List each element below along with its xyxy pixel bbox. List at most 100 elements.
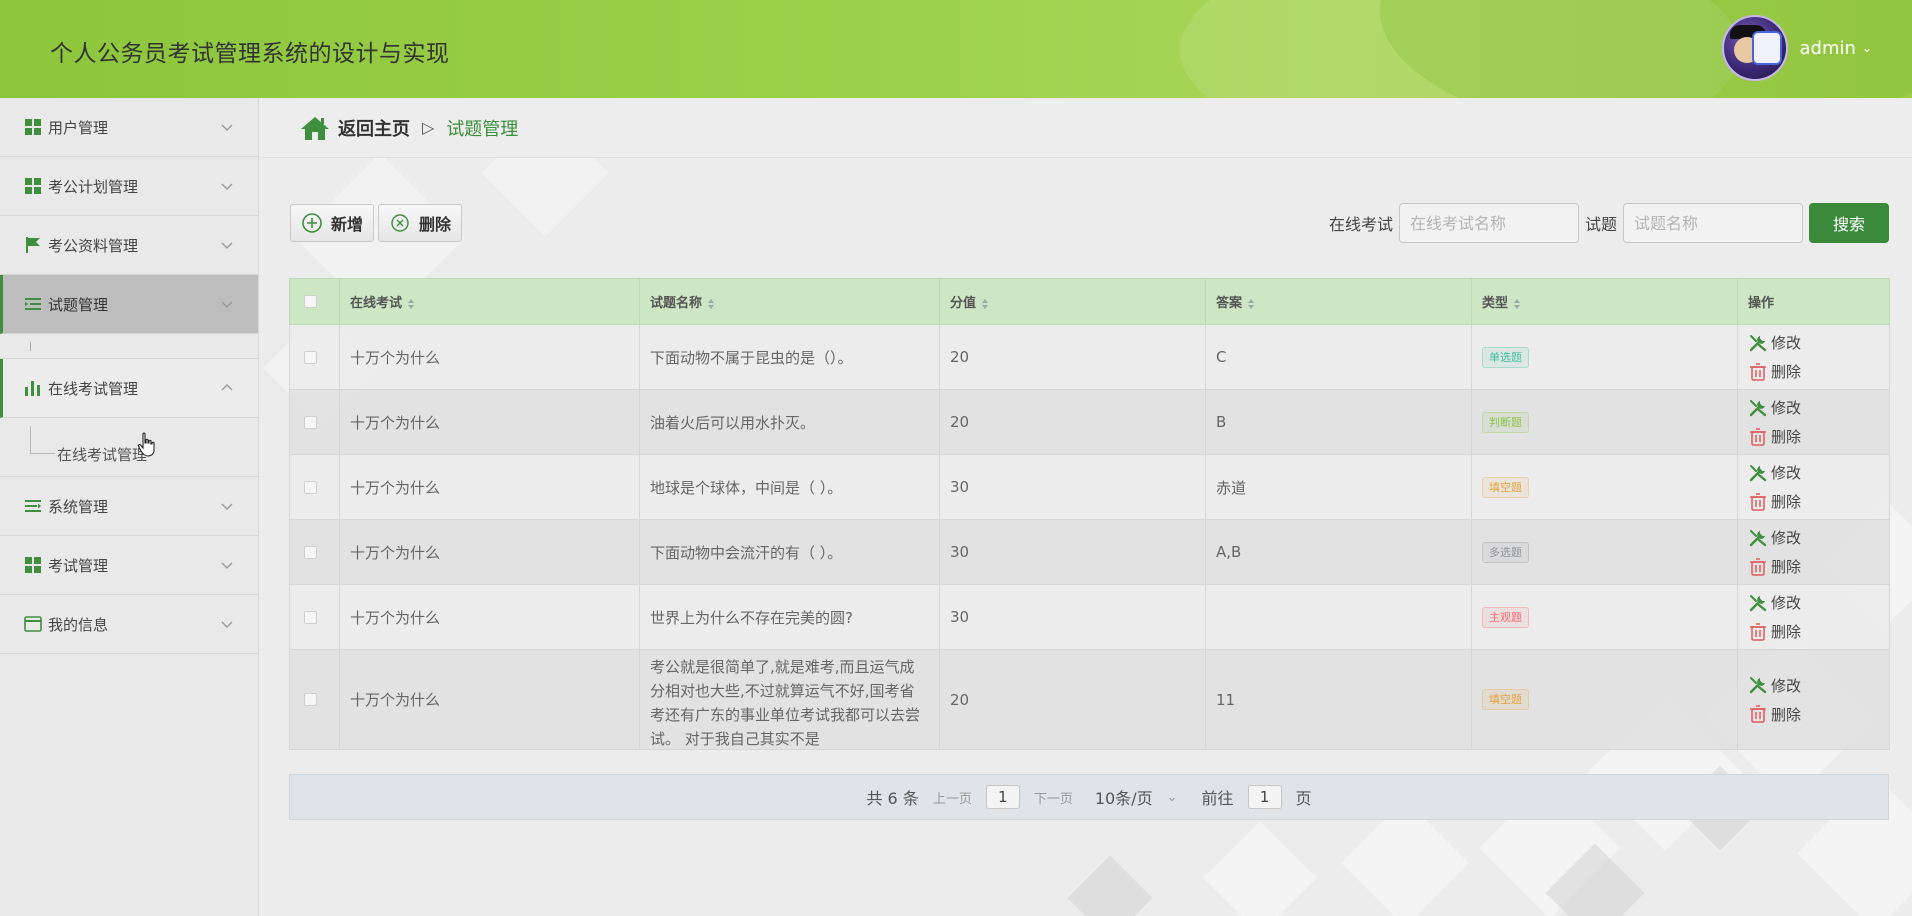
column-header-score[interactable]: 分值: [939, 278, 1206, 325]
row-select-cell: [289, 389, 340, 455]
row-delete-button[interactable]: 删除: [1748, 426, 1889, 447]
sort-icon[interactable]: [981, 298, 989, 310]
chevron-down-icon: [221, 621, 233, 628]
column-header-answer[interactable]: 答案: [1205, 278, 1472, 325]
page-size-label: 10条/页: [1094, 789, 1153, 808]
row-delete-button[interactable]: 删除: [1748, 556, 1889, 577]
card-icon: [24, 615, 42, 633]
wrench-icon: [1749, 334, 1767, 351]
actions-cell: 修改 删除: [1737, 649, 1890, 750]
row-checkbox[interactable]: [304, 545, 317, 559]
close-circle-icon: [391, 214, 409, 232]
avatar[interactable]: [1721, 15, 1788, 81]
breadcrumb-home-link[interactable]: 返回主页: [338, 115, 410, 141]
score-cell: 20: [939, 649, 1206, 750]
current-page[interactable]: 1: [985, 785, 1020, 809]
app-title: 个人公务员考试管理系统的设计与实现: [50, 41, 450, 67]
type-tag: 填空题: [1482, 476, 1529, 498]
sidebar-item-system-management[interactable]: 系统管理: [0, 477, 258, 536]
trash-icon: [1750, 557, 1766, 576]
row-delete-button[interactable]: 删除: [1748, 491, 1889, 512]
edit-button[interactable]: 修改: [1748, 332, 1889, 353]
question-name-cell: 地球是个球体，中间是（ ）。: [639, 454, 940, 520]
type-cell: 多选题: [1471, 519, 1738, 585]
type-tag: 填空题: [1482, 689, 1529, 710]
edit-button[interactable]: 修改: [1748, 397, 1889, 418]
chevron-down-icon: ⌄: [1166, 789, 1178, 805]
row-delete-button[interactable]: 删除: [1748, 361, 1889, 382]
answer-cell: [1205, 584, 1472, 650]
chevron-down-icon[interactable]: ⌄: [1862, 41, 1872, 55]
row-checkbox[interactable]: [304, 350, 317, 364]
edit-button[interactable]: 修改: [1748, 527, 1889, 548]
select-all-cell: [289, 278, 340, 325]
edit-button[interactable]: 修改: [1748, 462, 1889, 483]
goto-page-input[interactable]: 1: [1247, 785, 1282, 809]
page-size-select[interactable]: 10条/页 ⌄: [1095, 785, 1178, 809]
grid-icon: [24, 118, 42, 136]
add-button[interactable]: 新增: [290, 204, 375, 242]
row-delete-button[interactable]: 删除: [1748, 704, 1889, 725]
score-cell: 20: [939, 389, 1206, 455]
table-row: 十万个为什么 下面动物中会流汗的有（ ）。 30 A,B 多选题 修改 删除: [289, 519, 1890, 585]
score-cell: 30: [939, 454, 1206, 520]
column-header-type[interactable]: 类型: [1471, 278, 1738, 325]
row-checkbox[interactable]: [304, 415, 317, 429]
wrench-icon: [1749, 594, 1767, 611]
prev-page-button[interactable]: 上一页: [933, 788, 972, 807]
row-checkbox[interactable]: [304, 610, 317, 624]
row-delete-button[interactable]: 删除: [1748, 621, 1889, 642]
sidebar-item-exam-materials[interactable]: 考公资料管理: [0, 216, 258, 275]
exam-cell: 十万个为什么: [339, 389, 640, 455]
submenu-item-label[interactable]: 在线考试管理: [57, 444, 147, 465]
column-header-question-name[interactable]: 试题名称: [639, 278, 940, 325]
sidebar-item-label: 系统管理: [48, 497, 109, 516]
sort-icon[interactable]: [1247, 298, 1255, 310]
question-name-text: 下面动物不属于昆虫的是（）。: [650, 348, 853, 367]
sort-icon[interactable]: [1513, 298, 1521, 310]
search-button[interactable]: 搜索: [1809, 203, 1889, 243]
submenu-spacer: [0, 334, 258, 359]
home-icon[interactable]: [300, 115, 330, 141]
sidebar-item-question-management[interactable]: 试题管理: [0, 275, 258, 334]
edit-button[interactable]: 修改: [1748, 592, 1889, 613]
row-checkbox[interactable]: [304, 693, 317, 706]
chevron-down-icon: [221, 242, 233, 249]
type-cell: 主观题: [1471, 584, 1738, 650]
type-tag: 单选题: [1482, 346, 1529, 368]
score-cell: 20: [939, 324, 1206, 390]
column-header-exam[interactable]: 在线考试: [339, 278, 640, 325]
submenu-item-online-exam[interactable]: 在线考试管理: [0, 418, 258, 477]
next-page-button[interactable]: 下一页: [1034, 788, 1073, 807]
row-select-cell: [289, 649, 340, 750]
exam-cell: 十万个为什么: [339, 454, 640, 520]
edit-button[interactable]: 修改: [1748, 675, 1889, 696]
question-name-text: 世界上为什么不存在完美的圆?: [650, 608, 853, 627]
user-menu[interactable]: admin ⌄: [1721, 14, 1872, 82]
goto-suffix: 页: [1295, 789, 1312, 808]
question-table: 在线考试 试题名称 分值 答案 类型 操作 十万个为什么 下面动物不属于昆虫的是（…: [289, 278, 1890, 750]
sort-icon[interactable]: [407, 298, 415, 310]
row-checkbox[interactable]: [304, 480, 317, 494]
sidebar-item-exam-plan[interactable]: 考公计划管理: [0, 157, 258, 216]
sidebar-item-online-exam[interactable]: 在线考试管理: [0, 359, 258, 418]
type-cell: 填空题: [1471, 649, 1738, 750]
exam-search-input[interactable]: [1398, 203, 1579, 243]
score-cell: 30: [939, 584, 1206, 650]
question-search-input[interactable]: [1623, 203, 1803, 243]
sidebar-item-exam-management[interactable]: 考试管理: [0, 536, 258, 595]
chevron-down-icon: [221, 124, 233, 131]
sidebar-item-my-info[interactable]: 我的信息: [0, 595, 258, 654]
wrench-icon: [1749, 529, 1767, 546]
sidebar-item-label: 用户管理: [48, 118, 109, 137]
select-all-checkbox[interactable]: [304, 295, 317, 308]
sidebar-item-user-management[interactable]: 用户管理: [0, 98, 258, 157]
user-name[interactable]: admin: [1800, 38, 1856, 59]
actions-cell: 修改 删除: [1737, 389, 1890, 455]
pagination-total: 共 6 条: [866, 789, 919, 808]
question-name-cell: 世界上为什么不存在完美的圆?: [639, 584, 940, 650]
sort-icon[interactable]: [707, 298, 715, 310]
chevron-down-icon: [221, 562, 233, 569]
delete-button[interactable]: 删除: [378, 204, 463, 242]
list-indent-icon: [24, 295, 42, 313]
